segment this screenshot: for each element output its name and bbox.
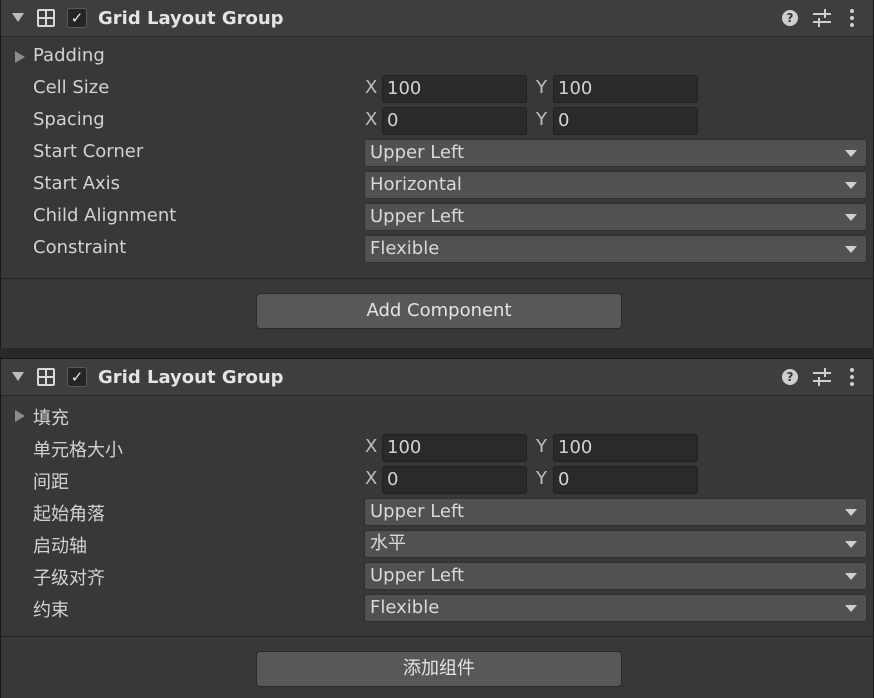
spacing-x-field[interactable]: 0 [382, 466, 527, 494]
padding-label: 填充 [33, 408, 69, 429]
child-alignment-value: Upper Left [370, 565, 465, 586]
cell-size-label: Cell Size [33, 77, 110, 98]
start-corner-value: Upper Left [370, 501, 465, 522]
padding-row[interactable]: Padding [1, 41, 873, 73]
constraint-value: Flexible [370, 238, 440, 259]
y-axis-label: Y [536, 436, 547, 457]
dropdown-arrow-icon [845, 541, 857, 548]
collapse-arrow-icon[interactable] [12, 13, 24, 22]
dropdown-arrow-icon [845, 182, 857, 189]
cell-size-y-field[interactable]: 100 [553, 75, 698, 103]
cell-size-x-field[interactable]: 100 [382, 434, 527, 462]
foldout-arrow-icon[interactable] [15, 410, 25, 422]
spacing-label: Spacing [33, 109, 105, 130]
enabled-checkbox[interactable]: ✓ [67, 8, 87, 28]
child-alignment-dropdown[interactable]: Upper Left [364, 203, 867, 231]
x-axis-label: X [365, 468, 378, 489]
spacing-label: 间距 [33, 472, 69, 493]
child-alignment-row: Child Alignment Upper Left [1, 201, 873, 233]
start-axis-label: Start Axis [33, 173, 121, 194]
help-icon[interactable]: ? [782, 369, 798, 385]
inspector-panel-english: ✓ Grid Layout Group ? Padding Cell Size … [0, 0, 874, 350]
constraint-dropdown[interactable]: Flexible [364, 594, 867, 622]
start-corner-label: Start Corner [33, 141, 144, 162]
component-header[interactable]: ✓ Grid Layout Group ? [1, 0, 873, 37]
inspector-panel-chinese: ✓ Grid Layout Group ? 填充 单元格大小 X 100 Y 1… [0, 358, 874, 698]
start-corner-dropdown[interactable]: Upper Left [364, 498, 867, 526]
start-corner-label: 起始角落 [33, 504, 105, 525]
component-title: Grid Layout Group [98, 367, 284, 388]
y-axis-label: Y [536, 77, 547, 98]
start-axis-dropdown[interactable]: 水平 [364, 530, 867, 558]
child-alignment-dropdown[interactable]: Upper Left [364, 562, 867, 590]
panel-separator [0, 348, 874, 358]
divider [1, 278, 873, 279]
start-corner-value: Upper Left [370, 142, 465, 163]
child-alignment-row: 子级对齐 Upper Left [1, 560, 873, 592]
dropdown-arrow-icon [845, 214, 857, 221]
component-title: Grid Layout Group [98, 8, 284, 29]
padding-label: Padding [33, 45, 105, 66]
add-component-button[interactable]: 添加组件 [256, 651, 622, 687]
grid-layout-icon [37, 9, 55, 27]
x-axis-label: X [365, 109, 378, 130]
constraint-value: Flexible [370, 597, 440, 618]
dropdown-arrow-icon [845, 509, 857, 516]
start-axis-value: Horizontal [370, 174, 462, 195]
presets-icon[interactable] [813, 368, 831, 386]
spacing-y-field[interactable]: 0 [553, 107, 698, 135]
start-corner-row: 起始角落 Upper Left [1, 496, 873, 528]
child-alignment-label: Child Alignment [33, 205, 177, 226]
cell-size-row: 单元格大小 X 100 Y 100 [1, 432, 873, 464]
help-icon[interactable]: ? [782, 10, 798, 26]
start-axis-label: 启动轴 [33, 536, 87, 557]
kebab-menu-icon[interactable] [849, 9, 855, 27]
x-axis-label: X [365, 77, 378, 98]
enabled-checkbox[interactable]: ✓ [67, 367, 87, 387]
constraint-dropdown[interactable]: Flexible [364, 235, 867, 263]
add-component-button[interactable]: Add Component [256, 293, 622, 329]
constraint-label: Constraint [33, 237, 127, 258]
spacing-x-field[interactable]: 0 [382, 107, 527, 135]
collapse-arrow-icon[interactable] [12, 372, 24, 381]
start-axis-value: 水平 [370, 533, 406, 554]
presets-icon[interactable] [813, 9, 831, 27]
constraint-label: 约束 [33, 600, 69, 621]
dropdown-arrow-icon [845, 573, 857, 580]
cell-size-y-field[interactable]: 100 [553, 434, 698, 462]
cell-size-label: 单元格大小 [33, 440, 123, 461]
cell-size-x-field[interactable]: 100 [382, 75, 527, 103]
start-axis-row: Start Axis Horizontal [1, 169, 873, 201]
dropdown-arrow-icon [845, 150, 857, 157]
dropdown-arrow-icon [845, 246, 857, 253]
cell-size-row: Cell Size X 100 Y 100 [1, 73, 873, 105]
x-axis-label: X [365, 436, 378, 457]
constraint-row: 约束 Flexible [1, 592, 873, 624]
start-corner-row: Start Corner Upper Left [1, 137, 873, 169]
spacing-row: Spacing X 0 Y 0 [1, 105, 873, 137]
dropdown-arrow-icon [845, 605, 857, 612]
spacing-y-field[interactable]: 0 [553, 466, 698, 494]
child-alignment-label: 子级对齐 [33, 568, 105, 589]
divider [1, 636, 873, 637]
y-axis-label: Y [536, 109, 547, 130]
constraint-row: Constraint Flexible [1, 233, 873, 265]
start-axis-dropdown[interactable]: Horizontal [364, 171, 867, 199]
spacing-row: 间距 X 0 Y 0 [1, 464, 873, 496]
component-header[interactable]: ✓ Grid Layout Group ? [1, 359, 873, 396]
child-alignment-value: Upper Left [370, 206, 465, 227]
padding-row[interactable]: 填充 [1, 400, 873, 432]
start-axis-row: 启动轴 水平 [1, 528, 873, 560]
start-corner-dropdown[interactable]: Upper Left [364, 139, 867, 167]
kebab-menu-icon[interactable] [849, 368, 855, 386]
foldout-arrow-icon[interactable] [15, 51, 25, 63]
grid-layout-icon [37, 368, 55, 386]
y-axis-label: Y [536, 468, 547, 489]
